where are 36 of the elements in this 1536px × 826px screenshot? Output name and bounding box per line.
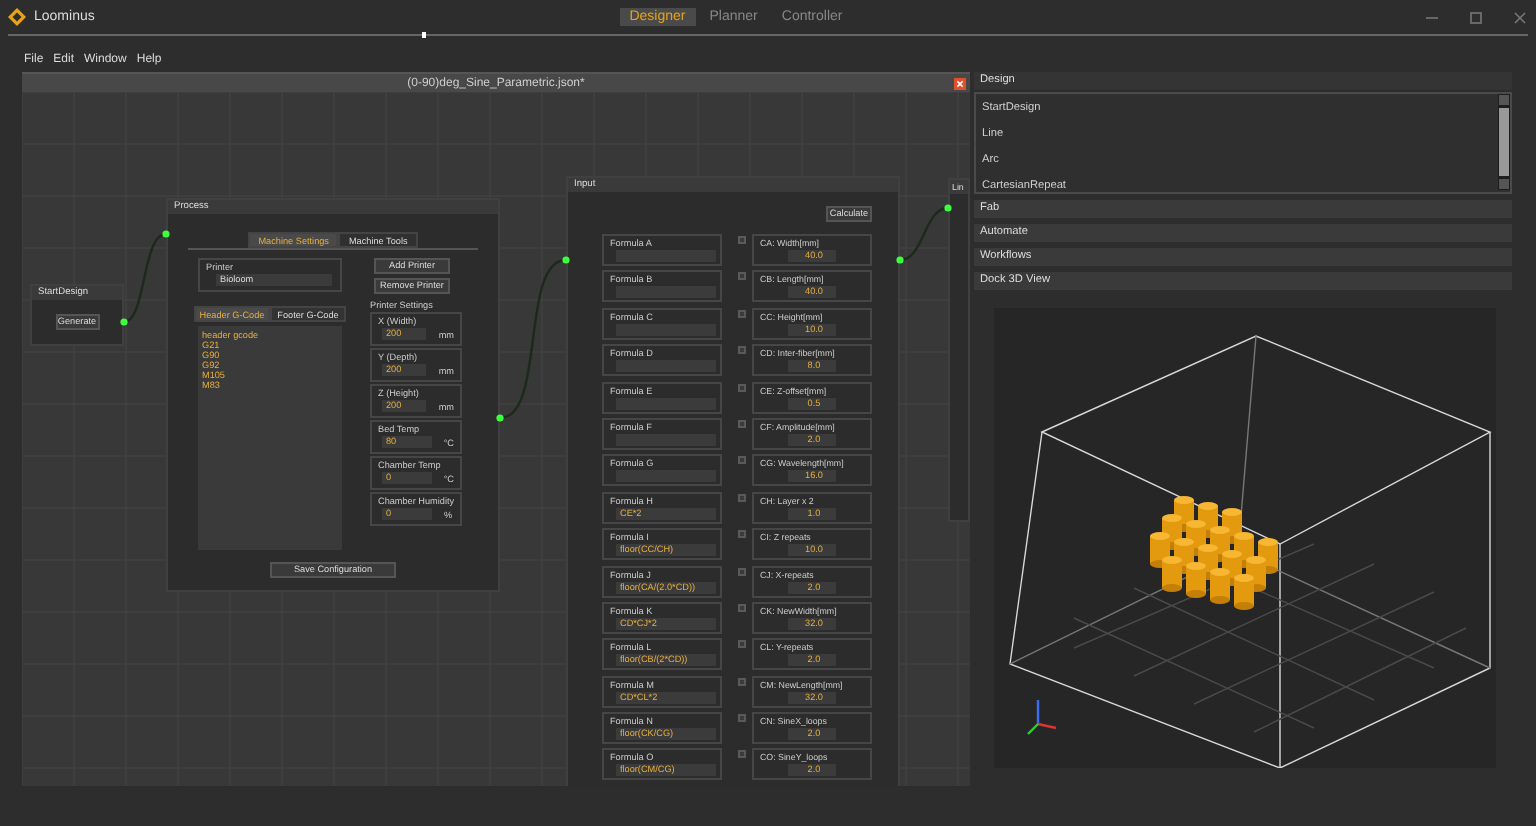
port-handle[interactable]	[562, 256, 570, 264]
port-handle[interactable]	[496, 414, 504, 422]
logo-icon	[8, 8, 26, 26]
checkbox[interactable]	[738, 567, 746, 576]
formula-field[interactable]	[616, 323, 716, 336]
maximize-icon[interactable]	[1467, 9, 1484, 25]
wire	[899, 206, 949, 262]
formula-field[interactable]	[616, 397, 716, 410]
formula-field[interactable]	[616, 470, 716, 483]
port-handle[interactable]	[944, 204, 952, 212]
checkbox[interactable]	[738, 383, 746, 392]
checkbox[interactable]	[738, 714, 746, 723]
checkbox[interactable]	[738, 603, 746, 612]
checkbox[interactable]	[738, 677, 746, 686]
wire	[123, 232, 167, 324]
splitter-handle[interactable]	[422, 32, 426, 38]
checkbox[interactable]	[738, 236, 746, 244]
checkbox[interactable]	[738, 640, 746, 649]
cylinder-cluster-drawing	[1150, 496, 1278, 610]
checkbox[interactable]	[738, 530, 746, 539]
formula-field[interactable]	[616, 250, 716, 262]
checkbox[interactable]	[738, 419, 746, 428]
port-handle[interactable]	[162, 230, 170, 238]
axis-gizmo-icon	[1027, 700, 1057, 735]
port-handle[interactable]	[120, 318, 128, 326]
scrollbar[interactable]	[1498, 94, 1510, 190]
checkbox[interactable]	[738, 272, 746, 281]
checkbox[interactable]	[738, 750, 746, 759]
checkbox[interactable]	[738, 309, 746, 318]
formula-field[interactable]	[616, 433, 716, 446]
formula-field[interactable]	[616, 286, 716, 299]
checkbox[interactable]	[738, 456, 746, 465]
checkbox[interactable]	[738, 346, 746, 355]
port-handle[interactable]	[896, 256, 904, 264]
checkbox[interactable]	[738, 493, 746, 502]
formula-field[interactable]	[616, 360, 716, 373]
